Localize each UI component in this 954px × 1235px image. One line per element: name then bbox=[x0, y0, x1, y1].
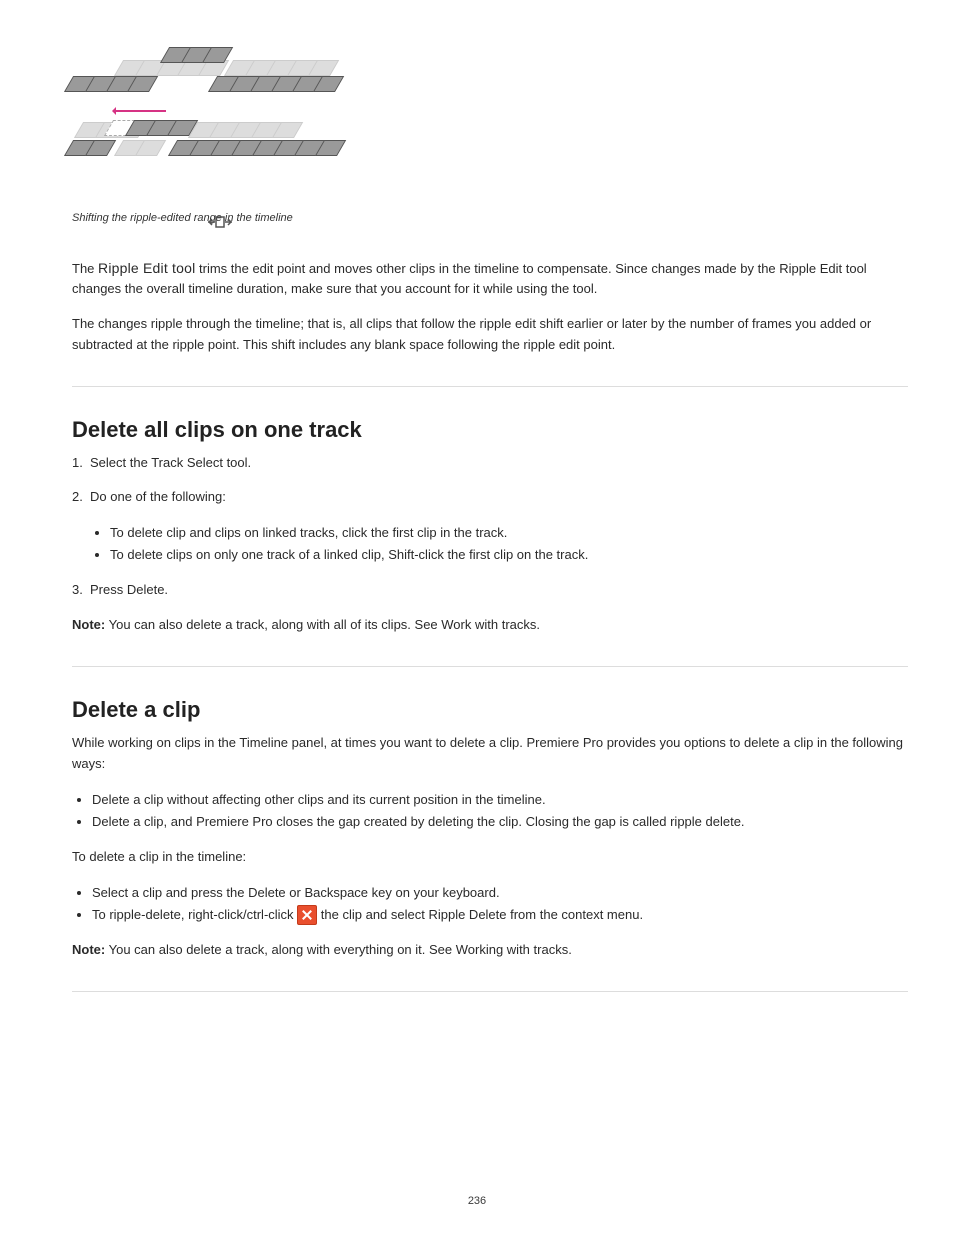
delete-option-1: Delete a clip without affecting other cl… bbox=[92, 789, 908, 811]
delete-option-2: Delete a clip, and Premiere Pro closes t… bbox=[92, 811, 908, 833]
step-2: 2.Do one of the following: bbox=[72, 487, 908, 508]
ripple-tool-icon bbox=[208, 215, 232, 229]
delete-step-2: To ripple-delete, right-click/ctrl-click… bbox=[92, 904, 908, 926]
paragraph-ripple-desc: The changes ripple through the timeline;… bbox=[72, 314, 908, 356]
divider-3 bbox=[72, 991, 908, 992]
divider-2 bbox=[72, 666, 908, 667]
heading-delete-all-clips: Delete all clips on one track bbox=[72, 417, 908, 443]
ripple-edit-figure bbox=[68, 60, 348, 200]
page-number: 236 bbox=[0, 1195, 954, 1207]
delete-clip-intro: While working on clips in the Timeline p… bbox=[72, 733, 908, 775]
divider bbox=[72, 386, 908, 387]
delete-clip-howto: To delete a clip in the timeline: bbox=[72, 847, 908, 868]
ripple-arrow bbox=[114, 110, 166, 112]
close-x-icon bbox=[297, 905, 317, 925]
step-3: 3.Press Delete. bbox=[72, 580, 908, 601]
note-2: Note: You can also delete a track, along… bbox=[72, 940, 908, 961]
delete-step-1: Select a clip and press the Delete or Ba… bbox=[92, 882, 908, 904]
figure-caption: Shifting the ripple-edited range in the … bbox=[72, 210, 908, 227]
paragraph-ripple-tool: The Ripple Edit tool trims the edit poin… bbox=[72, 257, 908, 301]
step-2b: To delete clips on only one track of a l… bbox=[110, 544, 908, 566]
step-2a: To delete clip and clips on linked track… bbox=[110, 522, 908, 544]
note-1: Note: You can also delete a track, along… bbox=[72, 615, 908, 636]
heading-delete-clip: Delete a clip bbox=[72, 697, 908, 723]
step-1: 1.Select the Track Select tool. bbox=[72, 453, 908, 474]
